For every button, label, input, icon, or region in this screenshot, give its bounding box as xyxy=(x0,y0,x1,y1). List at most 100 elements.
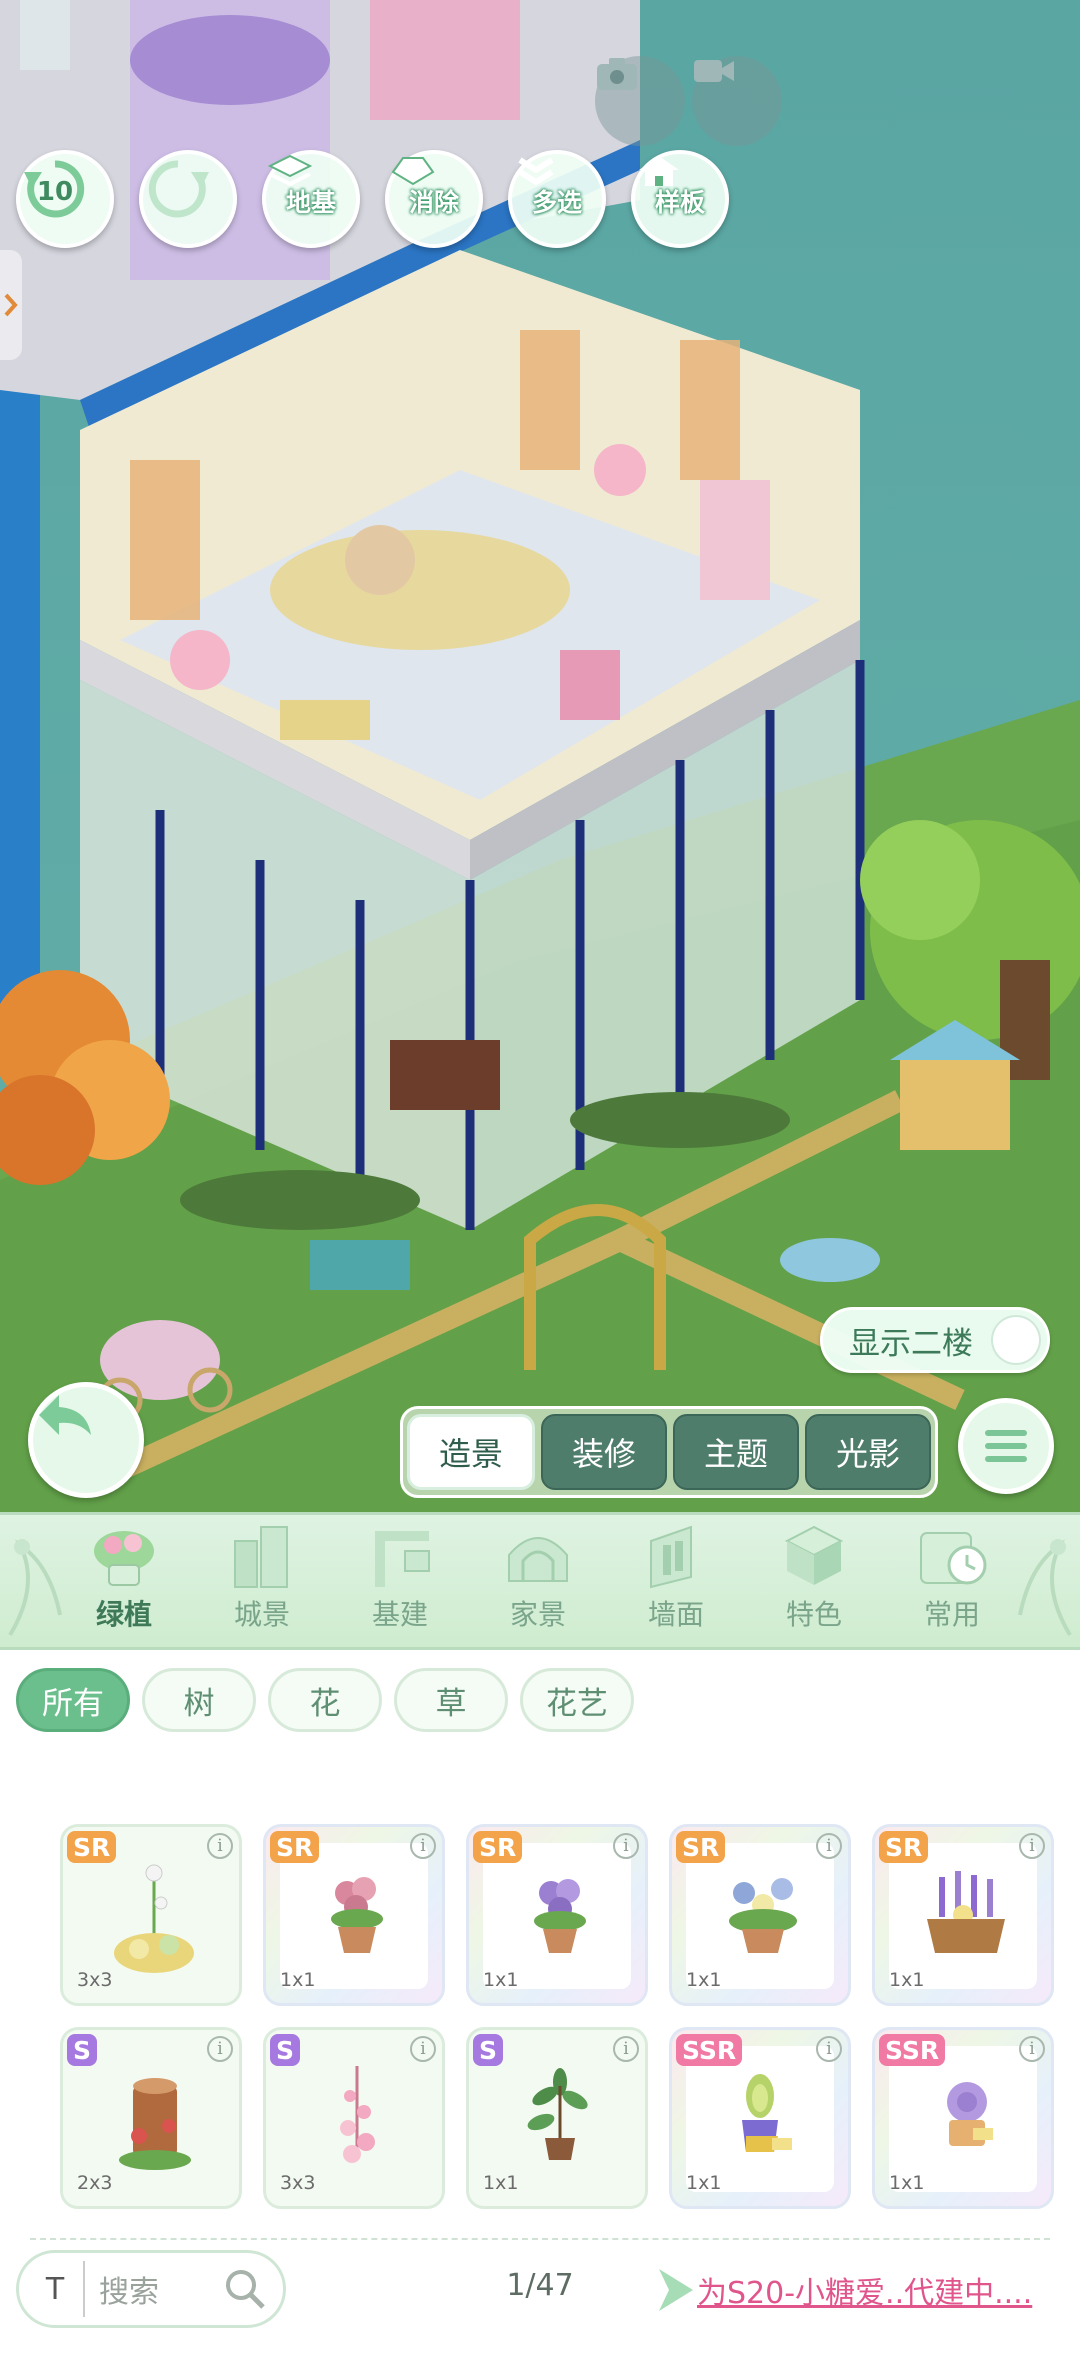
info-icon[interactable]: i xyxy=(613,1833,639,1859)
filter-all[interactable]: 所有 xyxy=(16,1668,130,1732)
filter-grass[interactable]: 草 xyxy=(394,1668,508,1732)
filter-flower[interactable]: 花 xyxy=(268,1668,382,1732)
erase-label: 消除 xyxy=(408,188,459,217)
template-label: 样板 xyxy=(654,188,705,217)
calendar-clock-icon xyxy=(920,1532,987,1585)
filter-tree[interactable]: 树 xyxy=(142,1668,256,1732)
info-icon[interactable]: i xyxy=(613,2036,639,2062)
rarity-badge: S xyxy=(473,2034,504,2066)
undo-button[interactable]: 10 xyxy=(16,150,114,248)
item-card[interactable]: SSR i 1x1 xyxy=(669,2027,851,2209)
camera-button[interactable] xyxy=(595,56,685,146)
multiselect-button[interactable]: 多选 xyxy=(508,150,606,248)
filter-chip-row: 所有 树 花 草 花艺 xyxy=(16,1668,634,1732)
item-card[interactable]: S i 3x3 xyxy=(263,2027,445,2209)
rarity-badge: S xyxy=(67,2034,98,2066)
pink-blossom-stalk-icon xyxy=(340,2066,375,2163)
page-indicator: 1/47 xyxy=(506,2268,574,2303)
erase-button[interactable]: 消除 xyxy=(385,150,483,248)
info-icon[interactable]: i xyxy=(207,1833,233,1859)
template-button[interactable]: 样板 xyxy=(631,150,729,248)
category-label: 城景 xyxy=(233,1598,290,1631)
tab-scenery[interactable]: 造景 xyxy=(407,1414,535,1490)
category-label: 家景 xyxy=(509,1598,566,1631)
ticker-text: 为S20-小糖爱..代建中.... xyxy=(697,2276,1033,2311)
tree-stump-icon xyxy=(119,2078,191,2170)
show-second-floor-toggle[interactable]: 显示二楼 xyxy=(820,1307,1050,1373)
search-input[interactable]: 搜索 xyxy=(99,2267,221,2311)
chevron-right-icon xyxy=(4,293,18,317)
tab-theme[interactable]: 主题 xyxy=(673,1414,799,1490)
info-icon[interactable]: i xyxy=(410,2036,436,2062)
info-icon[interactable]: i xyxy=(410,1833,436,1859)
item-size: 1x1 xyxy=(686,2172,722,2194)
tab-decoration[interactable]: 装修 xyxy=(541,1414,667,1490)
info-icon[interactable]: i xyxy=(816,2036,842,2062)
item-card[interactable]: S i 2x3 xyxy=(60,2027,242,2209)
undo-icon: 10 xyxy=(24,160,85,218)
category-home-scene[interactable]: 家景 xyxy=(483,1521,593,1646)
item-size: 1x1 xyxy=(483,1969,519,1991)
info-icon[interactable]: i xyxy=(1019,1833,1045,1859)
info-icon[interactable]: i xyxy=(207,2036,233,2062)
filter-floral-art[interactable]: 花艺 xyxy=(520,1668,634,1732)
video-button[interactable] xyxy=(692,56,782,146)
category-city[interactable]: 城景 xyxy=(207,1521,317,1646)
house-template-icon xyxy=(639,156,679,186)
category-wall[interactable]: 墙面 xyxy=(621,1521,731,1646)
info-icon[interactable]: i xyxy=(1019,2036,1045,2062)
foundation-button[interactable]: 地基 xyxy=(262,150,360,248)
build-ticker[interactable]: 为S20-小糖爱..代建中.... xyxy=(655,2258,1080,2322)
text-input-toggle[interactable]: T xyxy=(27,2261,85,2317)
category-label: 特色 xyxy=(785,1598,842,1631)
search-box[interactable]: T 搜索 xyxy=(16,2250,286,2328)
tab-lighting[interactable]: 光影 xyxy=(805,1414,931,1490)
menu-line-icon xyxy=(985,1443,1027,1449)
item-size: 1x1 xyxy=(889,2172,925,2194)
pink-flower-pot-icon xyxy=(331,1877,383,1953)
search-icon[interactable] xyxy=(221,2265,269,2313)
camera-icon xyxy=(597,58,637,90)
item-card[interactable]: SR i 1x1 xyxy=(872,1824,1054,2006)
video-camera-icon xyxy=(694,60,734,82)
category-infrastructure[interactable]: 基建 xyxy=(345,1521,455,1646)
category-bar: 绿植 城景 基建 家景 墙面 特色 常用 xyxy=(0,1512,1080,1650)
category-label: 基建 xyxy=(371,1598,428,1631)
menu-button[interactable] xyxy=(958,1398,1054,1494)
menu-line-icon xyxy=(985,1456,1027,1462)
category-greenery[interactable]: 绿植 xyxy=(69,1521,179,1646)
back-button[interactable] xyxy=(28,1382,144,1498)
toggle-knob xyxy=(991,1315,1041,1365)
item-size: 1x1 xyxy=(280,1969,316,1991)
category-special[interactable]: 特色 xyxy=(759,1521,869,1646)
double-check-icon xyxy=(518,157,554,186)
wall-icon xyxy=(650,1525,692,1589)
item-card[interactable]: S i 1x1 xyxy=(466,2027,648,2209)
eraser-icon xyxy=(391,157,435,186)
game-scene[interactable]: 10 地基 消除 多选 样板 显示二楼 造景 装修 主题 光影 xyxy=(0,0,1080,1512)
redo-icon xyxy=(148,160,209,218)
redo-button[interactable] xyxy=(139,150,237,248)
item-size: 1x1 xyxy=(686,1969,722,1991)
item-card[interactable]: SSR i 1x1 xyxy=(872,2027,1054,2209)
category-label: 常用 xyxy=(923,1598,980,1631)
leafy-plant-pot-icon xyxy=(527,2068,588,2160)
back-arrow-icon xyxy=(39,1395,91,1435)
divider xyxy=(30,2238,1050,2240)
foundation-layers-icon xyxy=(267,154,313,187)
item-card[interactable]: SR i 1x1 xyxy=(466,1824,648,2006)
item-size: 1x1 xyxy=(889,1969,925,1991)
item-card[interactable]: SR i 1x1 xyxy=(263,1824,445,2006)
purple-rose-cake-icon xyxy=(947,2082,993,2146)
item-card[interactable]: SR i 3x3 xyxy=(60,1824,242,2006)
foundation-label: 地基 xyxy=(285,188,336,217)
flower-arrangement-icon xyxy=(114,1864,194,1973)
crane-icon xyxy=(375,1531,430,1587)
potted-plant-icon xyxy=(94,1531,154,1586)
info-icon[interactable]: i xyxy=(816,1833,842,1859)
item-card[interactable]: SR i 1x1 xyxy=(669,1824,851,2006)
undo-count: 10 xyxy=(37,177,73,207)
category-frequent[interactable]: 常用 xyxy=(897,1521,1007,1646)
menu-line-icon xyxy=(985,1430,1027,1436)
side-drawer-handle[interactable] xyxy=(0,250,22,360)
